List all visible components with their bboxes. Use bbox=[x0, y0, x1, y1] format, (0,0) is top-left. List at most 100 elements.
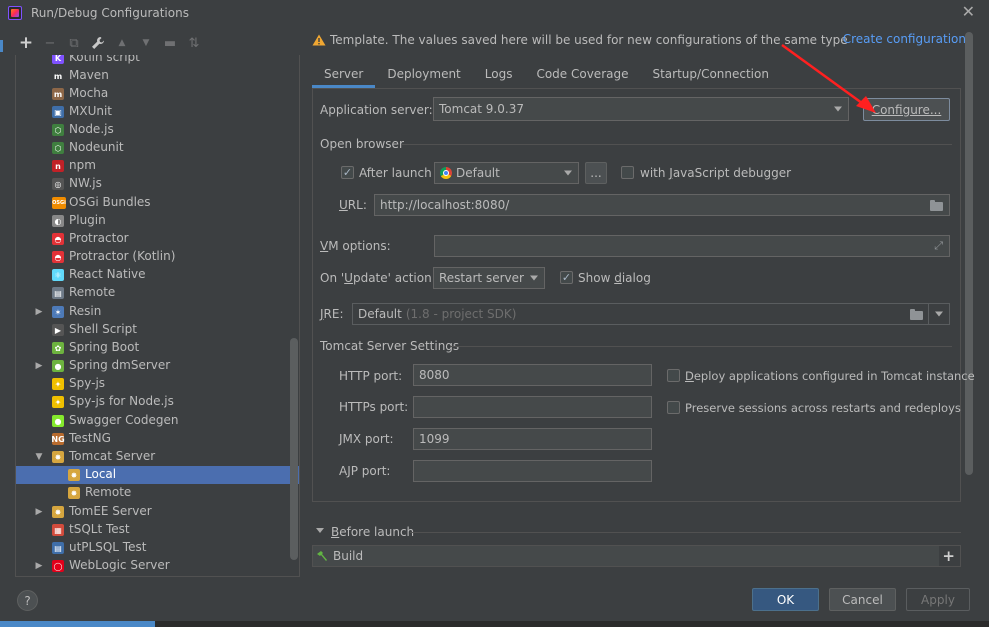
maven-icon: m bbox=[52, 70, 64, 82]
show-dialog-checkbox[interactable]: ✓ bbox=[560, 271, 573, 284]
jre-select[interactable]: Default (1.8 - project SDK) bbox=[352, 303, 950, 325]
tree-item-label: Spy-js bbox=[69, 376, 106, 390]
after-launch-label: After launch bbox=[359, 166, 432, 180]
tree-item[interactable]: ⚛ React Native bbox=[16, 266, 291, 284]
on-update-value: Restart server bbox=[439, 271, 524, 285]
vm-options-input[interactable]: ⤢ bbox=[434, 235, 950, 257]
tree-item[interactable]: OSGi OSGi Bundles bbox=[16, 194, 291, 212]
jmx-port-input[interactable]: 1099 bbox=[413, 428, 652, 450]
tree-item[interactable]: ◐ Plugin bbox=[16, 212, 291, 230]
chevron-right-icon[interactable]: ▶ bbox=[34, 361, 44, 371]
tree-item[interactable]: ✸ Local bbox=[16, 466, 299, 484]
url-label: URL: bbox=[339, 198, 367, 212]
tomcat-settings-divider bbox=[450, 346, 952, 347]
tab-server[interactable]: Server bbox=[312, 62, 376, 88]
before-launch-toggle-icon[interactable] bbox=[316, 528, 324, 533]
tomcat-settings-title: Tomcat Server Settings bbox=[320, 339, 460, 353]
tree-item[interactable]: ✿ Spring Boot bbox=[16, 339, 291, 357]
move-up-icon[interactable]: ▲ bbox=[110, 33, 134, 53]
tree-item[interactable]: ▣ MXUnit bbox=[16, 103, 291, 121]
tree-item[interactable]: ⬡ Node.js bbox=[16, 121, 291, 139]
remove-icon[interactable]: − bbox=[38, 33, 62, 53]
tab-deployment[interactable]: Deployment bbox=[375, 62, 472, 88]
application-server-select[interactable]: Tomcat 9.0.37 bbox=[433, 97, 849, 121]
tree-item[interactable]: ▤ utPLSQL Test bbox=[16, 539, 291, 557]
tree-item[interactable]: ✦ Spy-js bbox=[16, 375, 291, 393]
cancel-button[interactable]: Cancel bbox=[829, 588, 896, 611]
before-launch-item-build[interactable]: Build bbox=[313, 546, 939, 566]
tree-item[interactable]: ✦ Spy-js for Node.js bbox=[16, 393, 291, 411]
plugin-icon: ◐ bbox=[52, 215, 64, 227]
tree-item-label: Local bbox=[85, 467, 117, 481]
tree-item[interactable]: n npm bbox=[16, 157, 291, 175]
https-port-input[interactable] bbox=[413, 396, 652, 418]
after-launch-checkbox[interactable]: ✓ bbox=[341, 166, 354, 179]
tree-item-label: MXUnit bbox=[69, 104, 113, 118]
tree-item[interactable]: NG TestNG bbox=[16, 430, 291, 448]
wrench-icon[interactable] bbox=[86, 33, 110, 53]
remote-icon: ▤ bbox=[52, 287, 64, 299]
help-button[interactable]: ? bbox=[17, 590, 38, 611]
browser-select[interactable]: Default bbox=[434, 162, 579, 184]
tree-item[interactable]: ▶ ✸ TomEE Server bbox=[16, 503, 291, 521]
jmx-port-value: 1099 bbox=[419, 432, 450, 446]
expand-icon[interactable]: ⤢ bbox=[934, 239, 943, 253]
add-icon[interactable]: + bbox=[14, 33, 38, 53]
chevron-right-icon[interactable]: ▶ bbox=[34, 507, 44, 517]
create-configuration-link[interactable]: Create configuration bbox=[843, 32, 966, 46]
tab-code-coverage[interactable]: Code Coverage bbox=[524, 62, 640, 88]
folder-icon[interactable]: ▬ bbox=[158, 33, 182, 53]
spyjs-icon: ✦ bbox=[52, 378, 64, 390]
url-value: http://localhost:8080/ bbox=[380, 198, 510, 212]
tree-scrollbar[interactable] bbox=[290, 338, 298, 560]
tree-item[interactable]: ▶ Shell Script bbox=[16, 321, 291, 339]
tree-item[interactable]: ◓ Protractor bbox=[16, 230, 291, 248]
tree-item[interactable]: ⬡ Nodeunit bbox=[16, 139, 291, 157]
tree-item[interactable]: ● Swagger Codegen bbox=[16, 412, 291, 430]
tree-item[interactable]: ◎ NW.js bbox=[16, 175, 291, 193]
show-dialog-label: Show dialog bbox=[578, 271, 651, 285]
chevron-right-icon[interactable]: ▶ bbox=[34, 307, 44, 317]
chevron-right-icon[interactable]: ▶ bbox=[34, 561, 44, 571]
tree-item[interactable]: ▦ tSQLt Test bbox=[16, 521, 291, 539]
copy-icon[interactable]: ⧉ bbox=[62, 33, 86, 53]
tree-item[interactable]: ▶ ● Spring dmServer bbox=[16, 357, 291, 375]
tree-item-label: Spring Boot bbox=[69, 340, 140, 354]
sort-icon[interactable]: ⇅ bbox=[182, 33, 206, 53]
tree-item[interactable]: m Mocha bbox=[16, 85, 291, 103]
chrome-icon bbox=[440, 167, 452, 179]
close-icon[interactable]: ✕ bbox=[962, 4, 975, 20]
tree-item-label: Node.js bbox=[69, 122, 114, 136]
http-port-input[interactable]: 8080 bbox=[413, 364, 652, 386]
ok-button[interactable]: OK bbox=[752, 588, 819, 611]
tree-item[interactable]: ▶ ◯ WebLogic Server bbox=[16, 557, 291, 575]
panel-scrollbar[interactable] bbox=[965, 32, 973, 475]
folder-icon[interactable] bbox=[930, 200, 943, 211]
template-banner: Template. The values saved here will be … bbox=[312, 30, 966, 50]
tab-logs[interactable]: Logs bbox=[473, 62, 525, 88]
chevron-down-icon bbox=[834, 106, 842, 112]
tree-item[interactable]: m Maven bbox=[16, 67, 291, 85]
on-update-select[interactable]: Restart server bbox=[433, 267, 545, 289]
add-task-icon[interactable]: + bbox=[942, 547, 955, 565]
js-debugger-checkbox[interactable] bbox=[621, 166, 634, 179]
configure-button[interactable]: Configure... bbox=[863, 98, 950, 121]
chevron-down-icon[interactable]: ▼ bbox=[34, 452, 44, 462]
deploy-apps-checkbox[interactable] bbox=[667, 369, 680, 382]
move-down-icon[interactable]: ▼ bbox=[134, 33, 158, 53]
folder-icon[interactable] bbox=[910, 309, 923, 320]
tab-startup-connection[interactable]: Startup/Connection bbox=[640, 62, 780, 88]
tree-item[interactable]: K Kotlin script bbox=[16, 55, 291, 67]
chevron-down-icon bbox=[564, 170, 572, 176]
tree-item[interactable]: ◓ Protractor (Kotlin) bbox=[16, 248, 291, 266]
tree-item[interactable]: ▼ ✸ Tomcat Server bbox=[16, 448, 291, 466]
preserve-sessions-checkbox[interactable] bbox=[667, 401, 680, 414]
browse-browser-button[interactable]: ... bbox=[585, 162, 607, 184]
tree-item[interactable]: ▤ Remote bbox=[16, 284, 291, 302]
apply-button[interactable]: Apply bbox=[906, 588, 970, 611]
url-input[interactable]: http://localhost:8080/ bbox=[374, 194, 950, 216]
configuration-tree[interactable]: K Kotlin script m Maven m Mocha ▣ MXUnit ⬡ Node.j… bbox=[15, 55, 300, 577]
tree-item[interactable]: ✸ Remote bbox=[16, 484, 291, 502]
tree-item[interactable]: ▶ ✶ Resin bbox=[16, 303, 291, 321]
ajp-port-input[interactable] bbox=[413, 460, 652, 482]
